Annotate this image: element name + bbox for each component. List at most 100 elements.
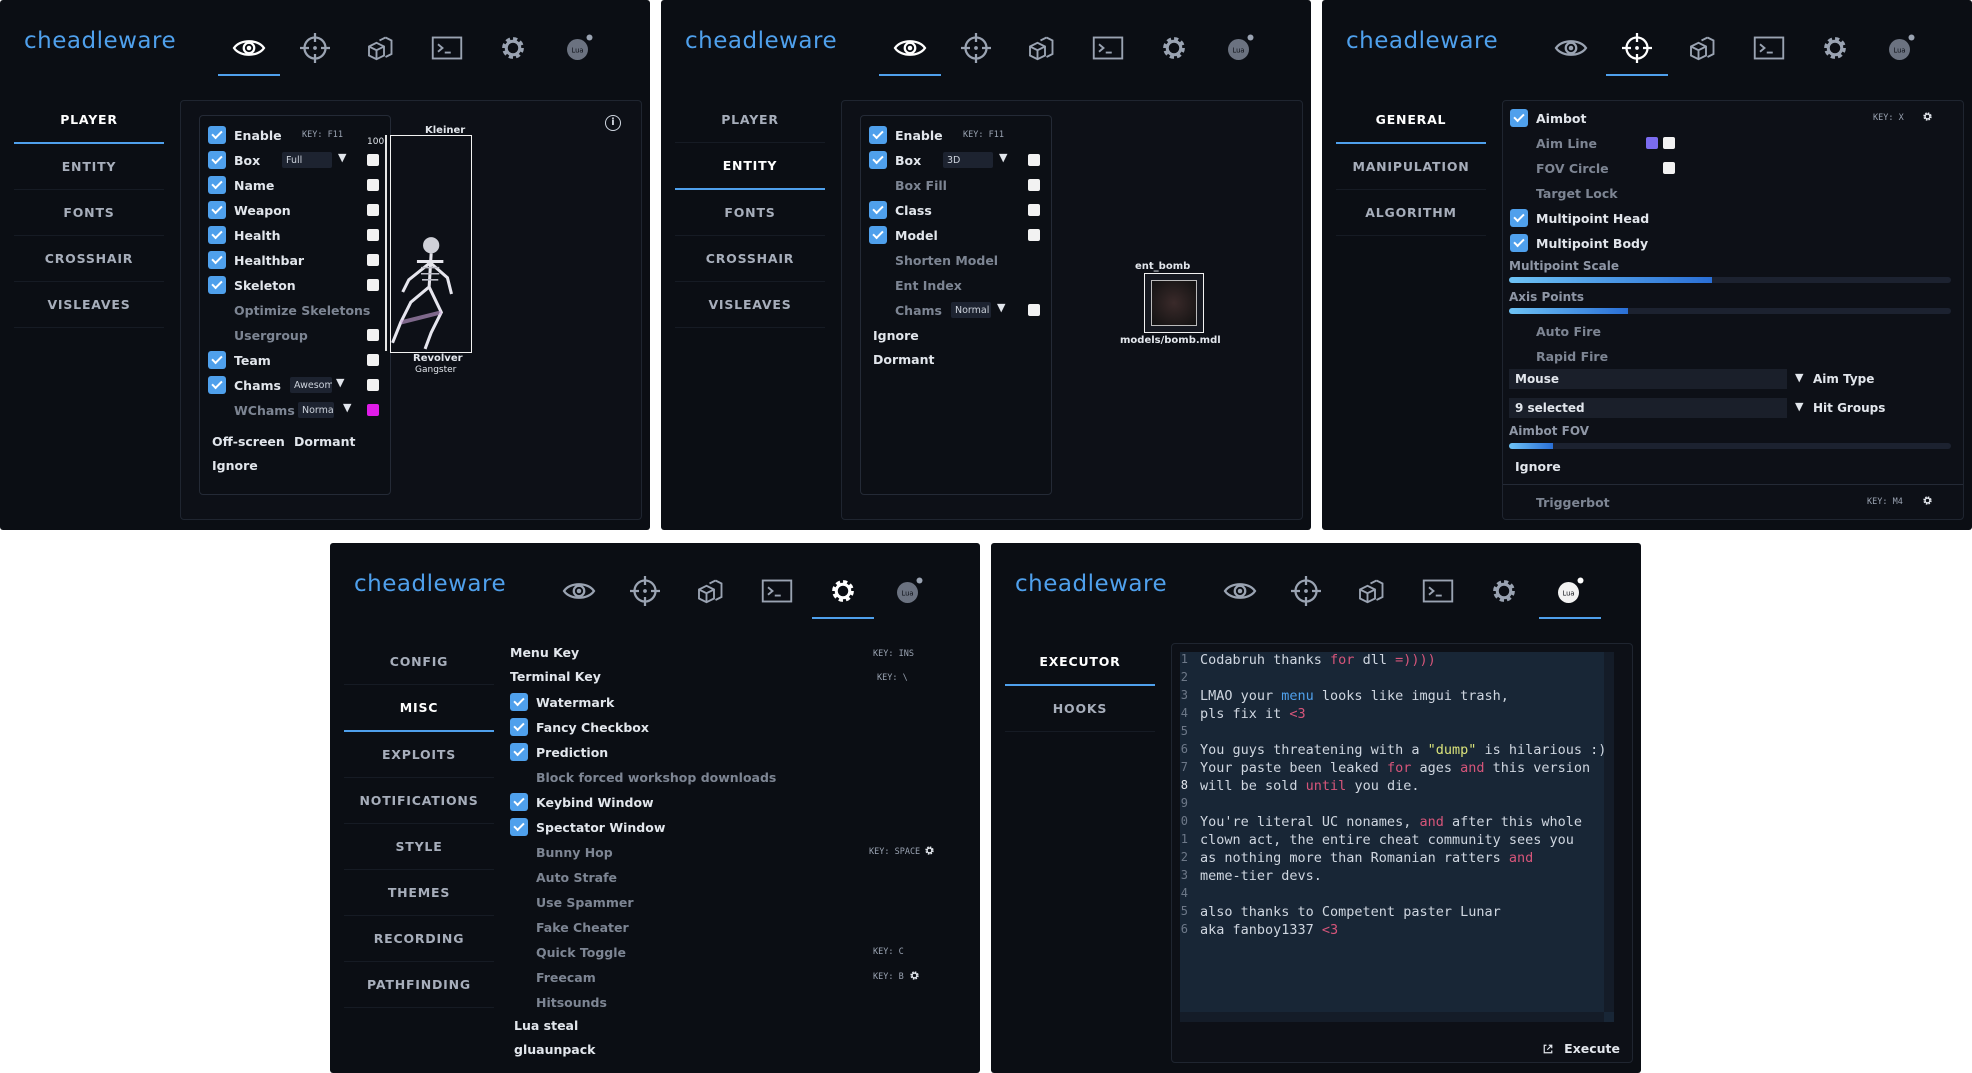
checkbox[interactable] — [1510, 184, 1528, 202]
option-box-fill[interactable]: Box Fill — [869, 175, 947, 195]
checkbox[interactable] — [510, 868, 528, 886]
nav-visleaves[interactable]: VISLEAVES — [675, 282, 825, 328]
checkbox[interactable] — [510, 893, 528, 911]
checkbox[interactable] — [510, 693, 528, 711]
nav-fonts[interactable]: FONTS — [14, 190, 164, 236]
nav-pathfinding[interactable]: PATHFINDING — [344, 962, 494, 1008]
gear-icon[interactable] — [908, 969, 921, 982]
option-shorten-model[interactable]: Shorten Model — [869, 250, 998, 270]
vertical-scrollbar[interactable] — [1604, 652, 1614, 1012]
option-off-screen[interactable]: Off-screen — [212, 434, 285, 449]
tab-settings[interactable] — [1804, 20, 1866, 76]
lua-steal-button[interactable]: Lua steal — [514, 1018, 578, 1033]
checkbox[interactable] — [510, 718, 528, 736]
option-ignore[interactable]: Ignore — [873, 328, 919, 343]
option-optimize-skeletons[interactable]: Optimize Skeletons — [208, 300, 370, 320]
option-model[interactable]: Model — [869, 225, 938, 245]
checkbox[interactable] — [208, 176, 226, 194]
checkbox[interactable] — [869, 151, 887, 169]
axis-points-slider[interactable] — [1509, 308, 1951, 314]
checkbox[interactable] — [1510, 134, 1528, 152]
option-usergroup[interactable]: Usergroup — [208, 325, 308, 345]
tab-console[interactable] — [416, 20, 478, 76]
checkbox[interactable] — [1510, 209, 1528, 227]
chevron-down-icon[interactable]: ▼ — [999, 151, 1007, 164]
option-enable[interactable]: Enable — [208, 125, 282, 145]
option-use-spammer[interactable]: Use Spammer — [510, 892, 634, 912]
option-rapid-fire[interactable]: Rapid Fire — [1510, 346, 1608, 366]
checkbox[interactable] — [510, 918, 528, 936]
horizontal-scrollbar[interactable] — [1180, 1012, 1604, 1022]
name-color-swatch[interactable] — [367, 179, 379, 191]
terminal-key-keybind[interactable]: KEY: \ — [877, 673, 908, 683]
aim-type-select[interactable]: Mouse — [1509, 369, 1787, 389]
option-dormant[interactable]: Dormant — [294, 434, 355, 449]
nav-player[interactable]: PLAYER — [675, 97, 825, 143]
checkbox[interactable] — [208, 301, 226, 319]
checkbox[interactable] — [208, 276, 226, 294]
tab-aimbot[interactable] — [1606, 20, 1668, 76]
checkbox[interactable] — [510, 943, 528, 961]
tab-console[interactable] — [746, 563, 808, 619]
nav-exploits[interactable]: EXPLOITS — [344, 732, 494, 778]
option-health[interactable]: Health — [208, 225, 281, 245]
checkbox[interactable] — [1510, 347, 1528, 365]
quick-toggle-keybind[interactable]: KEY: C — [873, 947, 904, 957]
code-editor[interactable]: 1 Codabruh thanks for dll =)))) 2 3 LMAO… — [1180, 652, 1614, 1022]
nav-config[interactable]: CONFIG — [344, 639, 494, 685]
nav-misc[interactable]: MISC — [344, 685, 494, 732]
tab-aimbot[interactable] — [614, 563, 676, 619]
option-target-lock[interactable]: Target Lock — [1510, 183, 1618, 203]
triggerbot-keybind[interactable]: KEY: M4 — [1867, 497, 1903, 507]
tab-world[interactable] — [1011, 20, 1073, 76]
option-class[interactable]: Class — [869, 200, 932, 220]
nav-fonts[interactable]: FONTS — [675, 190, 825, 236]
gear-icon[interactable] — [1921, 494, 1934, 507]
chevron-down-icon[interactable]: ▼ — [343, 401, 351, 414]
tab-visuals[interactable] — [1540, 20, 1602, 76]
nav-crosshair[interactable]: CROSSHAIR — [675, 236, 825, 282]
option-quick-toggle[interactable]: Quick Toggle — [510, 942, 626, 962]
box-type-select[interactable]: Full — [282, 152, 332, 168]
nav-player[interactable]: PLAYER — [14, 97, 164, 144]
option-auto-fire[interactable]: Auto Fire — [1510, 321, 1601, 341]
tab-visuals[interactable] — [1209, 563, 1271, 619]
gear-icon[interactable] — [923, 844, 936, 857]
model-color-swatch[interactable] — [1028, 229, 1040, 241]
nav-algorithm[interactable]: ALGORITHM — [1336, 190, 1486, 236]
nav-crosshair[interactable]: CROSSHAIR — [14, 236, 164, 282]
option-triggerbot[interactable]: Triggerbot — [1510, 492, 1610, 512]
option-name[interactable]: Name — [208, 175, 274, 195]
option-fake-cheater[interactable]: Fake Cheater — [510, 917, 629, 937]
option-aimbot[interactable]: Aimbot — [1510, 108, 1587, 128]
tab-world[interactable] — [1672, 20, 1734, 76]
aim-line-color-white[interactable] — [1663, 137, 1675, 149]
checkbox[interactable] — [208, 151, 226, 169]
option-auto-strafe[interactable]: Auto Strafe — [510, 867, 617, 887]
option-block-workshop[interactable]: Block forced workshop downloads — [510, 767, 776, 787]
nav-general[interactable]: GENERAL — [1336, 97, 1486, 144]
option-hitsounds[interactable]: Hitsounds — [510, 992, 607, 1012]
option-box[interactable]: Box — [869, 150, 921, 170]
option-ignore[interactable]: Ignore — [212, 458, 258, 473]
execute-button[interactable]: Execute — [1542, 1041, 1620, 1056]
tab-lua[interactable]: Lua — [1870, 20, 1932, 76]
checkbox[interactable] — [1510, 159, 1528, 177]
checkbox[interactable] — [869, 251, 887, 269]
checkbox[interactable] — [869, 226, 887, 244]
option-enable[interactable]: Enable — [869, 125, 943, 145]
tab-console[interactable] — [1077, 20, 1139, 76]
aim-line-color-purple[interactable] — [1646, 137, 1658, 149]
option-bunny-hop[interactable]: Bunny Hop — [510, 842, 613, 862]
option-ent-index[interactable]: Ent Index — [869, 275, 962, 295]
tab-visuals[interactable] — [879, 20, 941, 76]
team-color-swatch[interactable] — [367, 354, 379, 366]
tab-console[interactable] — [1738, 20, 1800, 76]
wchams-color-swatch[interactable] — [367, 404, 379, 416]
option-fancy-checkbox[interactable]: Fancy Checkbox — [510, 717, 649, 737]
checkbox[interactable] — [1510, 234, 1528, 252]
checkbox[interactable] — [510, 843, 528, 861]
enable-keybind[interactable]: KEY: F11 — [963, 130, 1004, 140]
tab-settings[interactable] — [1473, 563, 1535, 619]
tab-settings[interactable] — [1143, 20, 1205, 76]
